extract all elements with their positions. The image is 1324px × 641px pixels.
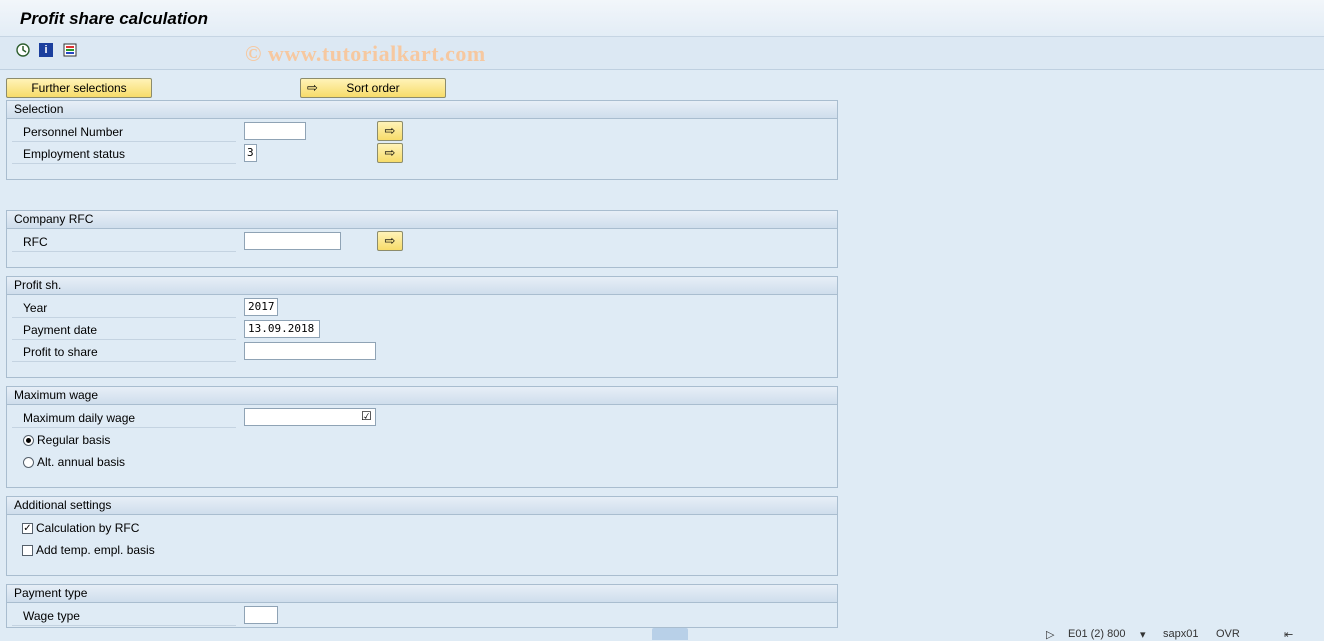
row-employment-status: Employment status (12, 144, 236, 164)
personnel-number-multiple-selection-button[interactable]: ⇨ (377, 121, 403, 141)
year-input[interactable]: 2017 (244, 298, 278, 316)
group-header: Additional settings (7, 497, 837, 515)
profit-to-share-input[interactable] (244, 342, 376, 360)
group-header: Maximum wage (7, 387, 837, 405)
row-underline (12, 427, 236, 428)
application-toolbar: i © www.tutorialkart.com (0, 37, 1324, 70)
status-mode: OVR (1216, 628, 1240, 640)
field-label: Profit to share (23, 345, 98, 359)
play-icon[interactable]: ▷ (1046, 628, 1054, 641)
employment-status-multiple-selection-button[interactable]: ⇨ (377, 143, 403, 163)
status-bar: ▷ E01 (2) 800 ▾ sapx01 OVR ⇤ (0, 628, 1324, 641)
row-profit-to-share: Profit to share (12, 342, 236, 362)
info-icon[interactable]: i (39, 43, 53, 57)
field-label: Maximum daily wage (23, 411, 136, 425)
row-underline (12, 141, 236, 142)
payment-date-input[interactable]: 13.09.2018 (244, 320, 320, 338)
alt-annual-basis-label: Alt. annual basis (37, 455, 126, 469)
status-system: E01 (2) 800 (1068, 628, 1126, 640)
field-label: Payment date (23, 323, 98, 337)
selection-options-icon[interactable] (63, 43, 77, 57)
row-underline (12, 625, 236, 626)
field-label: Personnel Number (23, 125, 124, 139)
group-header: Selection (7, 101, 837, 119)
row-underline (12, 317, 236, 318)
max-daily-wage-input[interactable] (244, 408, 376, 426)
row-rfc: RFC (12, 232, 236, 252)
regular-basis-radio[interactable] (23, 435, 34, 446)
employment-status-input[interactable]: 3 (244, 144, 257, 162)
group-header: Profit sh. (7, 277, 837, 295)
field-label: Employment status (23, 147, 126, 161)
alt-annual-basis-radio[interactable] (23, 457, 34, 468)
personnel-number-input[interactable] (244, 122, 306, 140)
add-temp-empl-basis-label: Add temp. empl. basis (36, 543, 155, 557)
status-dropdown-icon[interactable]: ▾ (1140, 628, 1146, 641)
rfc-input[interactable] (244, 232, 341, 250)
field-label: Year (23, 301, 48, 315)
execute-icon[interactable] (16, 43, 30, 57)
regular-basis-label: Regular basis (37, 433, 111, 447)
row-underline (12, 339, 236, 340)
add-temp-empl-basis-checkbox[interactable] (22, 545, 33, 556)
field-label: Wage type (23, 609, 80, 623)
row-year: Year (12, 298, 236, 318)
group-additional-settings: Additional settings (6, 496, 838, 576)
row-payment-date: Payment date (12, 320, 236, 340)
row-underline (12, 361, 236, 362)
arrow-right-icon: ⇨ (384, 145, 396, 160)
calculation-by-rfc-label: Calculation by RFC (36, 521, 140, 535)
sap-logo-icon (652, 628, 688, 640)
row-wage-type: Wage type (12, 606, 236, 626)
group-maximum-wage: Maximum wage (6, 386, 838, 488)
row-max-daily-wage: Maximum daily wage (12, 408, 236, 428)
arrow-right-icon: ⇨ (307, 80, 318, 95)
row-underline (12, 251, 236, 252)
arrow-right-icon: ⇨ (384, 123, 396, 138)
calculation-by-rfc-checkbox[interactable]: ✓ (22, 523, 33, 534)
arrow-right-icon: ⇨ (384, 233, 396, 248)
sort-order-button[interactable]: ⇨ Sort order (300, 78, 446, 98)
back-arrow-icon[interactable]: ⇤ (1284, 628, 1293, 641)
group-header: Company RFC (7, 211, 837, 229)
row-personnel-number: Personnel Number (12, 122, 236, 142)
sort-order-label: Sort order (346, 81, 400, 95)
rfc-multiple-selection-button[interactable]: ⇨ (377, 231, 403, 251)
checkbox-required-icon: ☑ (361, 409, 372, 423)
wage-type-input[interactable] (244, 606, 278, 624)
title-bar: Profit share calculation (0, 0, 1324, 37)
further-selections-button[interactable]: Further selections (6, 78, 152, 98)
field-label: RFC (23, 235, 48, 249)
page-title: Profit share calculation (20, 9, 208, 28)
status-server: sapx01 (1163, 628, 1199, 640)
row-underline (12, 163, 236, 164)
watermark-text: © www.tutorialkart.com (245, 41, 486, 66)
further-selections-label: Further selections (31, 81, 127, 95)
group-header: Payment type (7, 585, 837, 603)
